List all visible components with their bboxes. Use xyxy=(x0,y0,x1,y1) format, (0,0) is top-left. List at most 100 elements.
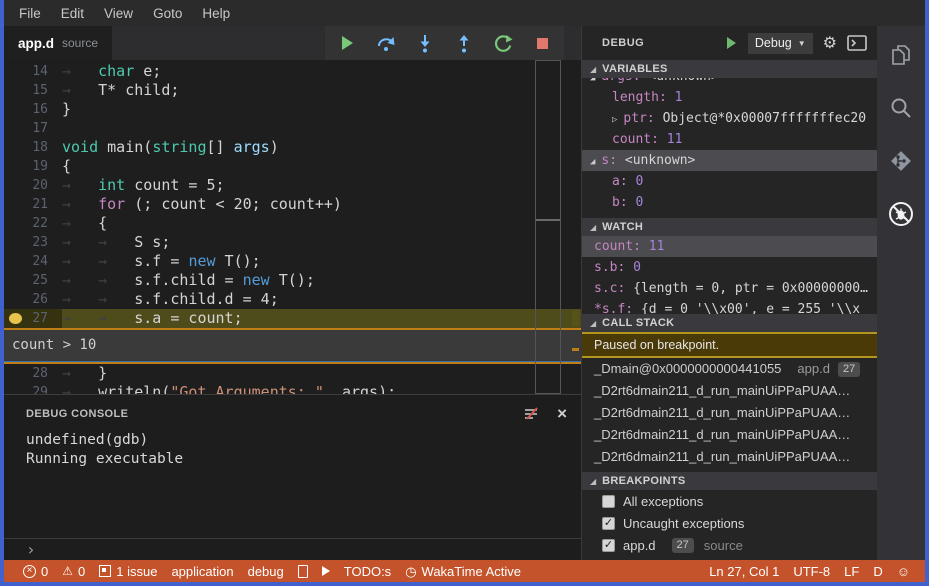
code-editor[interactable]: 14 → char e; 15 → T* child; 16} 17 18 void main… xyxy=(4,60,581,394)
status-d[interactable]: D xyxy=(866,560,889,582)
menu-item-edit[interactable]: Edit xyxy=(54,4,91,23)
code-line-27[interactable]: 27 → → s.a = count; xyxy=(4,309,581,328)
status-utf-8[interactable]: UTF-8 xyxy=(786,560,837,582)
clear-console-button[interactable] xyxy=(523,406,541,422)
callstack-frame[interactable]: _D2rt6dmain211_d_run_mainUiPPaPUAA… xyxy=(582,380,877,402)
activity-explorer[interactable] xyxy=(881,36,921,74)
status-file[interactable] xyxy=(291,560,315,582)
watch-row--s-f[interactable]: *s.f: {d = 0 '\\x00', e = 255 '\\x xyxy=(582,299,877,314)
activity-search[interactable] xyxy=(881,89,921,127)
watch-row-count[interactable]: count: 11 xyxy=(582,236,877,257)
code-line-28[interactable]: 28 → } xyxy=(4,364,581,383)
gutter-26[interactable]: 26 xyxy=(4,290,62,309)
variables-row-ptr[interactable]: ▷ ptr: Object@*0x00007fffffffec20 xyxy=(582,108,877,129)
console-input-row[interactable]: › xyxy=(4,538,581,560)
gutter-20[interactable]: 20 xyxy=(4,176,62,195)
gutter-24[interactable]: 24 xyxy=(4,252,62,271)
callstack-frame[interactable]: _D2rt6dmain211_d_run_mainUiPPaPUAA… xyxy=(582,446,877,468)
breakpoint-icon[interactable] xyxy=(9,313,22,324)
gutter-22[interactable]: 22 xyxy=(4,214,62,233)
callstack-frame[interactable]: _Dmain@0x0000000000441055 app.d 27 xyxy=(582,358,877,380)
callstack-frame[interactable]: _D2rt6dmain211_d_run_mainUiPPaPUAA… xyxy=(582,402,877,424)
gutter-28[interactable]: 28 xyxy=(4,364,62,383)
callstack-frame[interactable]: _D2rt6dmain211_d_run_mainUiPPaPUAA… xyxy=(582,424,877,446)
status-lf[interactable]: LF xyxy=(837,560,866,582)
restart-button[interactable] xyxy=(493,33,513,53)
open-console-button[interactable] xyxy=(847,35,867,51)
code-line-24[interactable]: 24 → → s.f = new T(); xyxy=(4,252,581,271)
menu-item-goto[interactable]: Goto xyxy=(146,4,189,23)
twistie-open-icon[interactable]: ◢ xyxy=(590,157,595,167)
start-debug-button[interactable] xyxy=(724,36,738,50)
gutter-19[interactable]: 19 xyxy=(4,157,62,176)
callstack-section-header[interactable]: ◢ CALL STACK xyxy=(582,314,877,332)
status-run[interactable] xyxy=(315,560,337,582)
code-line-22[interactable]: 22 → { xyxy=(4,214,581,233)
breakpoint-item[interactable]: All exceptions xyxy=(582,490,877,512)
status-clock[interactable]: ◷ WakaTime Active xyxy=(398,560,528,582)
watch-row-s-b[interactable]: s.b: 0 xyxy=(582,257,877,278)
code-line-18[interactable]: 18 void main(string[] args) xyxy=(4,138,581,157)
tab-app-d[interactable]: app.d source xyxy=(4,26,113,60)
gutter-29[interactable]: 29 xyxy=(4,383,62,394)
menu-item-view[interactable]: View xyxy=(97,4,140,23)
variables-row-count[interactable]: count: 11 xyxy=(582,129,877,150)
gutter-15[interactable]: 15 xyxy=(4,81,62,100)
configure-gear-button[interactable]: ⚙ xyxy=(823,33,837,53)
code-line-23[interactable]: 23 → → S s; xyxy=(4,233,581,252)
gutter-23[interactable]: 23 xyxy=(4,233,62,252)
breakpoint-item[interactable]: ✓ app.d 27 source xyxy=(582,534,877,556)
status-warning[interactable]: ⚠ 0 xyxy=(55,560,92,582)
code-line-15[interactable]: 15 → T* child; xyxy=(4,81,581,100)
activity-debug[interactable] xyxy=(881,195,921,233)
watch-row-s-c[interactable]: s.c: {length = 0, ptr = 0x00000000… xyxy=(582,278,877,299)
variables-row-length[interactable]: length: 1 xyxy=(582,87,877,108)
twistie-open-icon[interactable]: ◢ xyxy=(590,78,595,83)
code-line-20[interactable]: 20 → int count = 5; xyxy=(4,176,581,195)
step-into-button[interactable] xyxy=(415,33,435,53)
twistie-closed-icon[interactable]: ▷ xyxy=(612,115,617,125)
breakpoints-section-header[interactable]: ◢ BREAKPOINTS xyxy=(582,472,877,490)
close-console-button[interactable]: × xyxy=(557,405,567,422)
gutter-16[interactable]: 16 xyxy=(4,100,62,119)
menu-item-file[interactable]: File xyxy=(12,4,48,23)
code-line-16[interactable]: 16} xyxy=(4,100,581,119)
gutter-14[interactable]: 14 xyxy=(4,62,62,81)
status-todo-s[interactable]: TODO:s xyxy=(337,560,398,582)
breakpoint-condition-widget[interactable]: count > 10 xyxy=(4,328,581,364)
menu-item-help[interactable]: Help xyxy=(195,4,237,23)
checkbox-icon[interactable] xyxy=(602,494,615,508)
code-line-26[interactable]: 26 → → s.f.child.d = 4; xyxy=(4,290,581,309)
gutter-18[interactable]: 18 xyxy=(4,138,62,157)
status-ln-27-col-1[interactable]: Ln 27, Col 1 xyxy=(702,560,786,582)
status-smiley[interactable]: ☺ xyxy=(890,560,917,582)
watch-section-header[interactable]: ◢ WATCH xyxy=(582,218,877,236)
code-line-29[interactable]: 29 → writeln("Got Arguments: ", args); xyxy=(4,383,581,394)
checkbox-icon[interactable]: ✓ xyxy=(602,538,615,552)
step-out-button[interactable] xyxy=(454,33,474,53)
stop-button[interactable] xyxy=(532,33,552,53)
variables-row-a[interactable]: a: 0 xyxy=(582,171,877,192)
checkbox-icon[interactable]: ✓ xyxy=(602,516,615,530)
variables-row-b[interactable]: b: 0 xyxy=(582,192,877,213)
variables-row-args[interactable]: ◢ args: <unknown> xyxy=(582,78,877,87)
variables-section-header[interactable]: ◢ VARIABLES xyxy=(582,60,877,78)
code-line-19[interactable]: 19 { xyxy=(4,157,581,176)
variables-row-s[interactable]: ◢ s: <unknown> xyxy=(582,150,877,171)
status-error[interactable]: × 0 xyxy=(16,560,55,582)
gutter-21[interactable]: 21 xyxy=(4,195,62,214)
status-debug[interactable]: debug xyxy=(241,560,291,582)
debug-config-dropdown[interactable]: Debug ▼ xyxy=(747,32,813,54)
code-line-25[interactable]: 25 → → s.f.child = new T(); xyxy=(4,271,581,290)
status-application[interactable]: application xyxy=(164,560,240,582)
gutter-17[interactable]: 17 xyxy=(4,119,62,138)
editor-scrollbar[interactable] xyxy=(535,60,561,394)
gutter-25[interactable]: 25 xyxy=(4,271,62,290)
breakpoint-item[interactable]: ✓ Uncaught exceptions xyxy=(582,512,877,534)
continue-button[interactable] xyxy=(337,33,357,53)
activity-source-control[interactable] xyxy=(881,142,921,180)
step-over-button[interactable] xyxy=(376,33,396,53)
code-line-14[interactable]: 14 → char e; xyxy=(4,62,581,81)
gutter-27[interactable]: 27 xyxy=(4,309,62,328)
code-line-17[interactable]: 17 xyxy=(4,119,581,138)
